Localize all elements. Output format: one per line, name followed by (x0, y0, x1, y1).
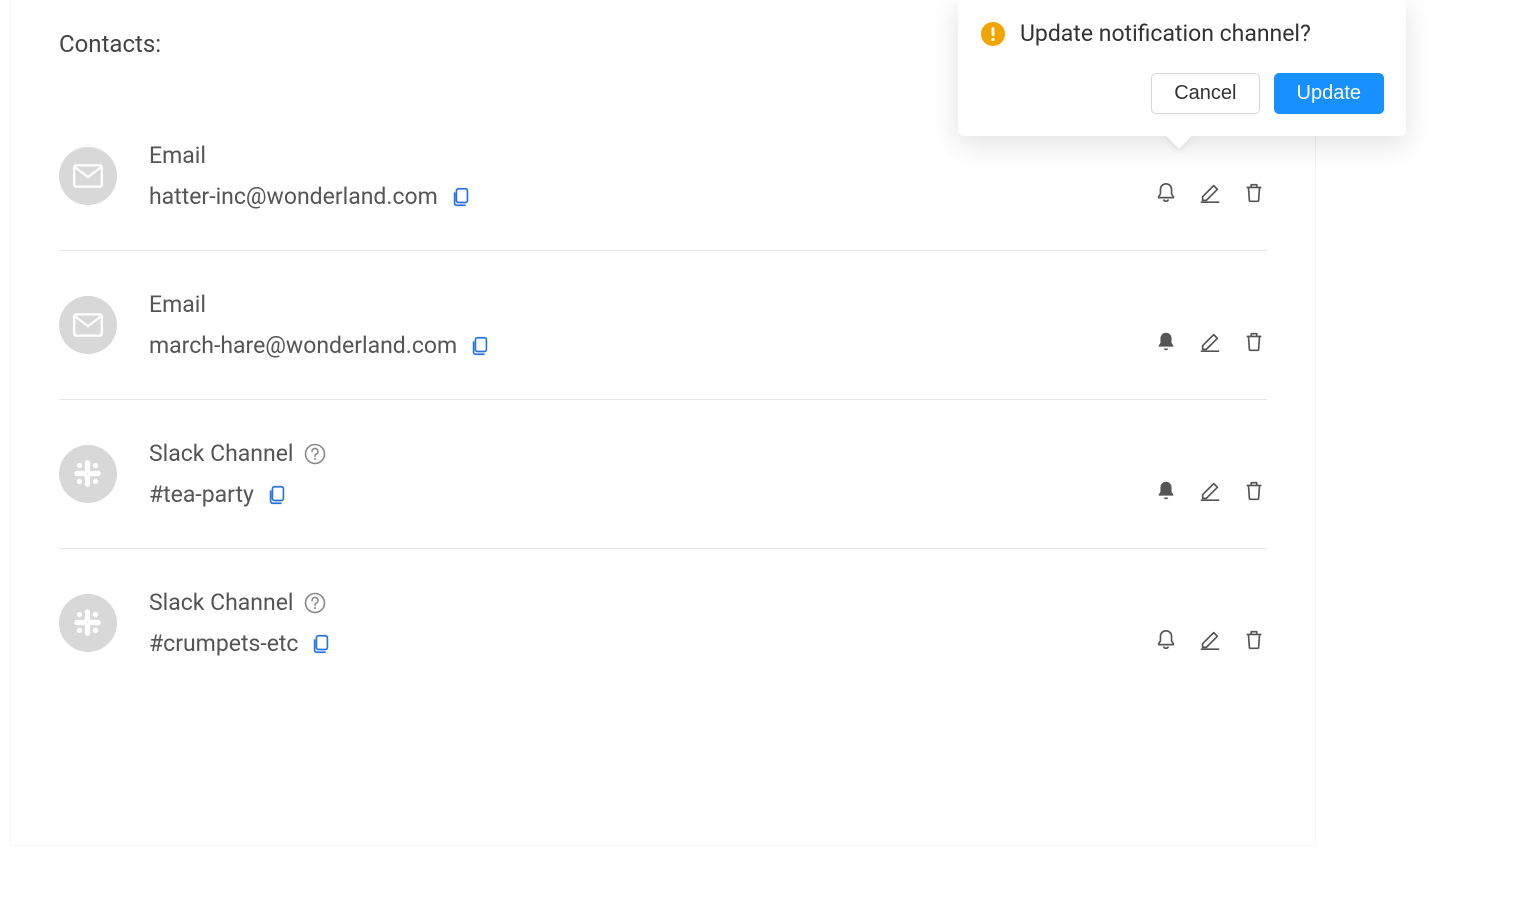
trash-icon[interactable] (1241, 478, 1267, 504)
copy-icon[interactable] (450, 186, 472, 208)
update-button[interactable]: Update (1274, 73, 1385, 114)
contact-type-label: Email (149, 142, 206, 169)
contact-value: #crumpets-etc (149, 630, 298, 657)
edit-icon[interactable] (1197, 180, 1223, 206)
contact-type-label: Slack Channel (149, 589, 294, 616)
slack-icon (59, 445, 117, 503)
bell-icon[interactable] (1153, 329, 1179, 355)
copy-icon[interactable] (310, 633, 332, 655)
help-icon[interactable] (304, 592, 326, 614)
mail-icon (59, 147, 117, 205)
contact-value: march-hare@wonderland.com (149, 332, 457, 359)
contact-type-label: Email (149, 291, 206, 318)
contact-row: Slack Channel #tea-party (59, 440, 1267, 549)
trash-icon[interactable] (1241, 329, 1267, 355)
contact-row: Email hatter-inc@wonderland.com (59, 142, 1267, 251)
contact-value: hatter-inc@wonderland.com (149, 183, 438, 210)
edit-icon[interactable] (1197, 627, 1223, 653)
warning-icon (980, 21, 1006, 47)
update-confirmation-popover: Update notification channel? Cancel Upda… (958, 0, 1406, 136)
contact-row: Slack Channel #crumpets-etc (59, 589, 1267, 697)
cancel-button[interactable]: Cancel (1151, 73, 1259, 114)
copy-icon[interactable] (469, 335, 491, 357)
contact-value: #tea-party (149, 481, 254, 508)
help-icon[interactable] (304, 443, 326, 465)
bell-icon[interactable] (1153, 180, 1179, 206)
edit-icon[interactable] (1197, 329, 1223, 355)
edit-icon[interactable] (1197, 478, 1223, 504)
bell-icon[interactable] (1153, 627, 1179, 653)
contact-row: Email march-hare@wonderland.com (59, 291, 1267, 400)
popover-title: Update notification channel? (1020, 20, 1311, 47)
trash-icon[interactable] (1241, 627, 1267, 653)
slack-icon (59, 594, 117, 652)
copy-icon[interactable] (266, 484, 288, 506)
bell-icon[interactable] (1153, 478, 1179, 504)
contact-type-label: Slack Channel (149, 440, 294, 467)
trash-icon[interactable] (1241, 180, 1267, 206)
contacts-list: Email hatter-inc@wonderland.com Email ma… (59, 142, 1267, 697)
mail-icon (59, 296, 117, 354)
